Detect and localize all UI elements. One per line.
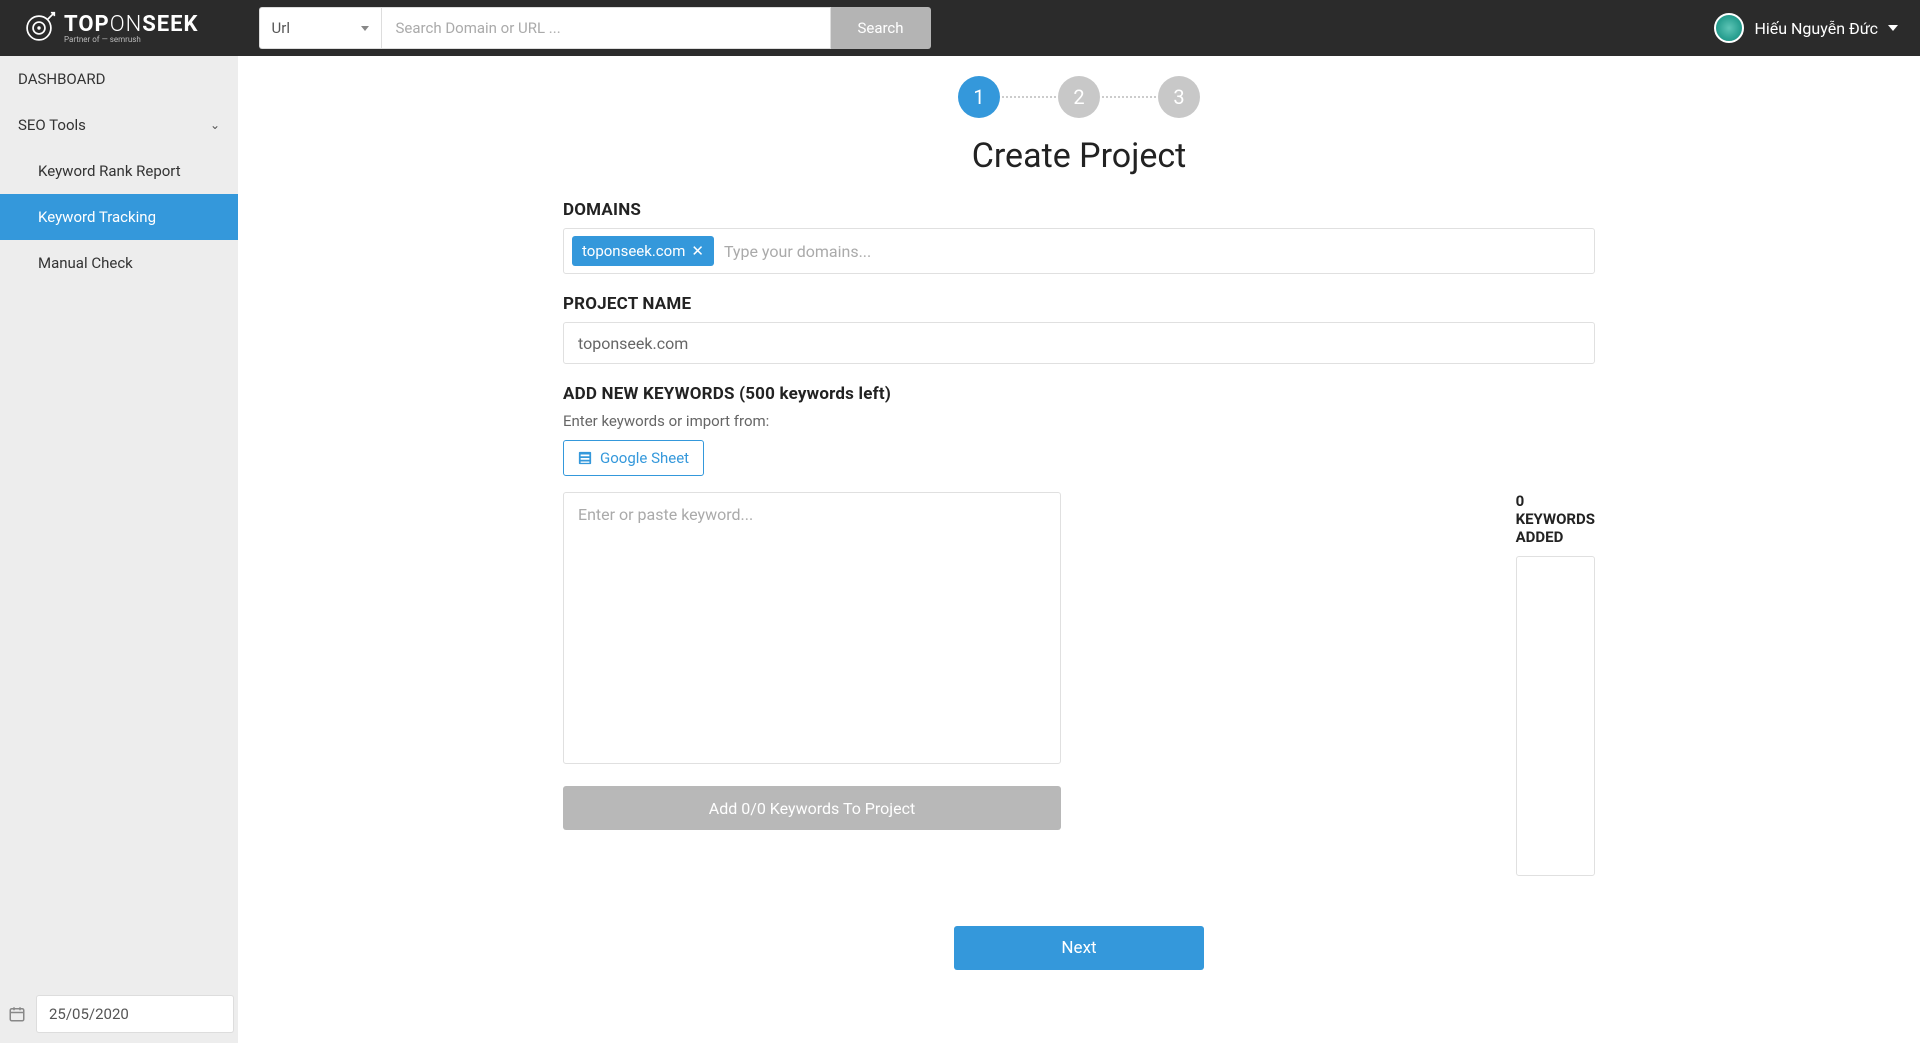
sidebar-item-manual-check[interactable]: Manual Check	[0, 240, 238, 286]
sidebar-item-label: Manual Check	[38, 254, 133, 272]
sidebar-item-label: SEO Tools	[18, 116, 86, 134]
sidebar-item-label: Keyword Rank Report	[38, 162, 181, 180]
keywords-textarea[interactable]	[563, 492, 1061, 764]
date-picker[interactable]	[8, 995, 234, 1033]
step-connector	[1002, 96, 1056, 98]
page-title: Create Project	[563, 136, 1595, 176]
project-name-input[interactable]	[563, 322, 1595, 364]
close-icon[interactable]: ✕	[691, 242, 704, 260]
sidebar: DASHBOARD SEO Tools ⌄ Keyword Rank Repor…	[0, 56, 238, 1043]
step-2[interactable]: 2	[1058, 76, 1100, 118]
main-content: 1 2 3 Create Project DOMAINS toponseek.c…	[238, 56, 1920, 1043]
domains-input-box[interactable]: toponseek.com ✕	[563, 228, 1595, 274]
keywords-hint: Enter keywords or import from:	[563, 412, 1595, 430]
keywords-added-box	[1516, 556, 1595, 876]
google-sheet-button[interactable]: Google Sheet	[563, 440, 704, 476]
domain-tag: toponseek.com ✕	[572, 236, 714, 266]
sidebar-item-dashboard[interactable]: DASHBOARD	[0, 56, 238, 102]
logo-text: TOPONSEEK	[64, 12, 199, 37]
date-input[interactable]	[36, 995, 234, 1033]
sidebar-item-label: DASHBOARD	[18, 70, 105, 88]
user-menu[interactable]: Hiếu Nguyễn Đức	[1714, 13, 1898, 43]
keywords-added-label: 0 KEYWORDS ADDED	[1516, 492, 1595, 546]
spreadsheet-icon	[578, 451, 592, 465]
step-1[interactable]: 1	[958, 76, 1000, 118]
chevron-down-icon	[361, 26, 369, 31]
sidebar-item-keyword-rank-report[interactable]: Keyword Rank Report	[0, 148, 238, 194]
chevron-down-icon: ⌄	[210, 118, 220, 132]
domains-label: DOMAINS	[563, 200, 1595, 220]
target-icon	[22, 11, 56, 45]
search-group: Url Search	[259, 7, 931, 49]
stepper: 1 2 3	[563, 76, 1595, 118]
project-name-label: PROJECT NAME	[563, 294, 1595, 314]
avatar	[1714, 13, 1744, 43]
domains-input[interactable]	[724, 242, 1586, 261]
google-sheet-label: Google Sheet	[600, 449, 689, 467]
next-button[interactable]: Next	[954, 926, 1204, 970]
top-header: TOPONSEEK Partner of — semrush Url Searc…	[0, 0, 1920, 56]
add-keywords-button[interactable]: Add 0/0 Keywords To Project	[563, 786, 1061, 830]
search-type-label: Url	[272, 19, 290, 37]
calendar-icon	[8, 1005, 26, 1023]
step-3[interactable]: 3	[1158, 76, 1200, 118]
search-input[interactable]	[381, 7, 831, 49]
sidebar-item-label: Keyword Tracking	[38, 208, 156, 226]
search-button[interactable]: Search	[831, 7, 931, 49]
keywords-label: ADD NEW KEYWORDS (500 keywords left)	[563, 384, 1595, 404]
step-connector	[1102, 96, 1156, 98]
search-type-select[interactable]: Url	[259, 7, 381, 49]
user-name: Hiếu Nguyễn Đức	[1754, 19, 1878, 38]
logo[interactable]: TOPONSEEK Partner of — semrush	[22, 11, 199, 45]
sidebar-item-keyword-tracking[interactable]: Keyword Tracking	[0, 194, 238, 240]
domain-tag-text: toponseek.com	[582, 242, 685, 260]
chevron-down-icon	[1888, 25, 1898, 31]
sidebar-item-seo-tools[interactable]: SEO Tools ⌄	[0, 102, 238, 148]
